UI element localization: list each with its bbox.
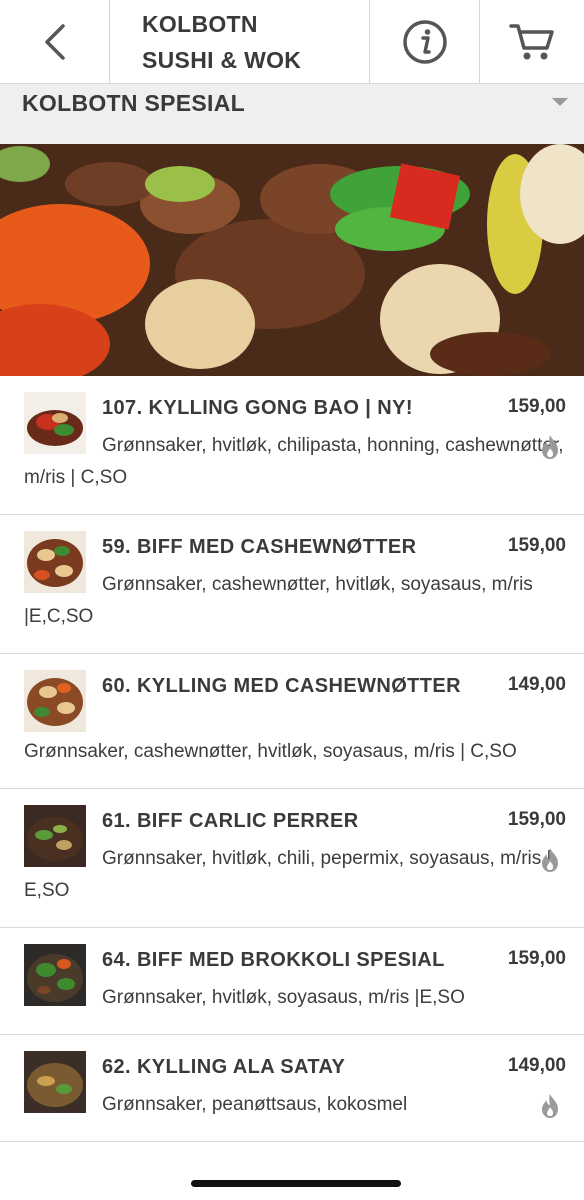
item-price: 159,00 [507, 809, 566, 830]
back-button[interactable] [0, 0, 110, 84]
item-name: 61. BIFF CARLIC PERRER [102, 810, 359, 832]
cart-icon [509, 24, 554, 60]
item-description: Grønnsaker, cashewnøtter, hvitløk, soyas… [24, 741, 517, 762]
item-name: 60. KYLLING MED CASHEWNØTTER [102, 675, 461, 697]
item-description: Grønnsaker, hvitløk, chilipasta, honning… [24, 435, 564, 488]
info-circle-icon [402, 20, 447, 64]
item-price: 159,00 [507, 396, 566, 417]
caret-down-icon [552, 98, 568, 106]
item-thumbnail [24, 1051, 86, 1113]
item-name: 64. BIFF MED BROKKOLI SPESIAL [102, 949, 445, 971]
flame-icon [542, 1094, 558, 1118]
item-name: 107. KYLLING GONG BAO | NY! [102, 397, 413, 419]
cart-button[interactable] [480, 0, 584, 84]
menu-item[interactable]: 159,00 59. BIFF MED CASHEWNØTTER Grønnsa… [0, 515, 584, 654]
item-thumbnail [24, 531, 86, 593]
item-description: Grønnsaker, peanøttsaus, kokosmel [102, 1094, 408, 1115]
info-button[interactable] [370, 0, 480, 84]
chevron-left-icon [44, 24, 65, 60]
title-line-2: SUSHI & WOK [142, 47, 302, 73]
app-header: KOLBOTN SUSHI & WOK [0, 0, 584, 84]
restaurant-title: KOLBOTN SUSHI & WOK [110, 0, 370, 84]
item-thumbnail [24, 670, 86, 732]
menu-list: 159,00 107. KYLLING GONG BAO | NY! Grønn… [0, 376, 584, 1154]
menu-item[interactable]: 149,00 60. KYLLING MED CASHEWNØTTER Grøn… [0, 654, 584, 789]
item-description: Grønnsaker, hvitløk, chili, pepermix, so… [24, 848, 552, 901]
title-line-1: KOLBOTN [142, 11, 258, 37]
menu-item[interactable]: 159,00 64. BIFF MED BROKKOLI SPESIAL Grø… [0, 928, 584, 1035]
item-name: 62. KYLLING ALA SATAY [102, 1056, 346, 1078]
flame-icon [542, 435, 558, 459]
item-price: 149,00 [507, 1055, 566, 1076]
menu-item[interactable]: 159,00 61. BIFF CARLIC PERRER Grønnsaker… [0, 789, 584, 928]
item-thumbnail [24, 944, 86, 1006]
item-thumbnail [24, 392, 86, 454]
item-description: Grønnsaker, cashewnøtter, hvitløk, soyas… [24, 574, 533, 627]
item-name: 59. BIFF MED CASHEWNØTTER [102, 536, 417, 558]
menu-item[interactable]: 159,00 107. KYLLING GONG BAO | NY! Grønn… [0, 376, 584, 515]
item-price: 159,00 [507, 535, 566, 556]
category-hero-image [0, 144, 584, 376]
menu-item[interactable]: 149,00 62. KYLLING ALA SATAY Grønnsaker,… [0, 1035, 584, 1142]
flame-icon [542, 848, 558, 872]
category-label: KOLBOTN SPESIAL [22, 89, 246, 116]
item-price: 159,00 [507, 948, 566, 969]
home-indicator[interactable] [191, 1180, 401, 1187]
stir-fry-photo [0, 144, 584, 376]
item-thumbnail [24, 805, 86, 867]
category-selector[interactable]: KOLBOTN SPESIAL [0, 84, 584, 144]
item-description: Grønnsaker, hvitløk, soyasaus, m/ris |E,… [102, 987, 465, 1008]
item-price: 149,00 [507, 674, 566, 695]
